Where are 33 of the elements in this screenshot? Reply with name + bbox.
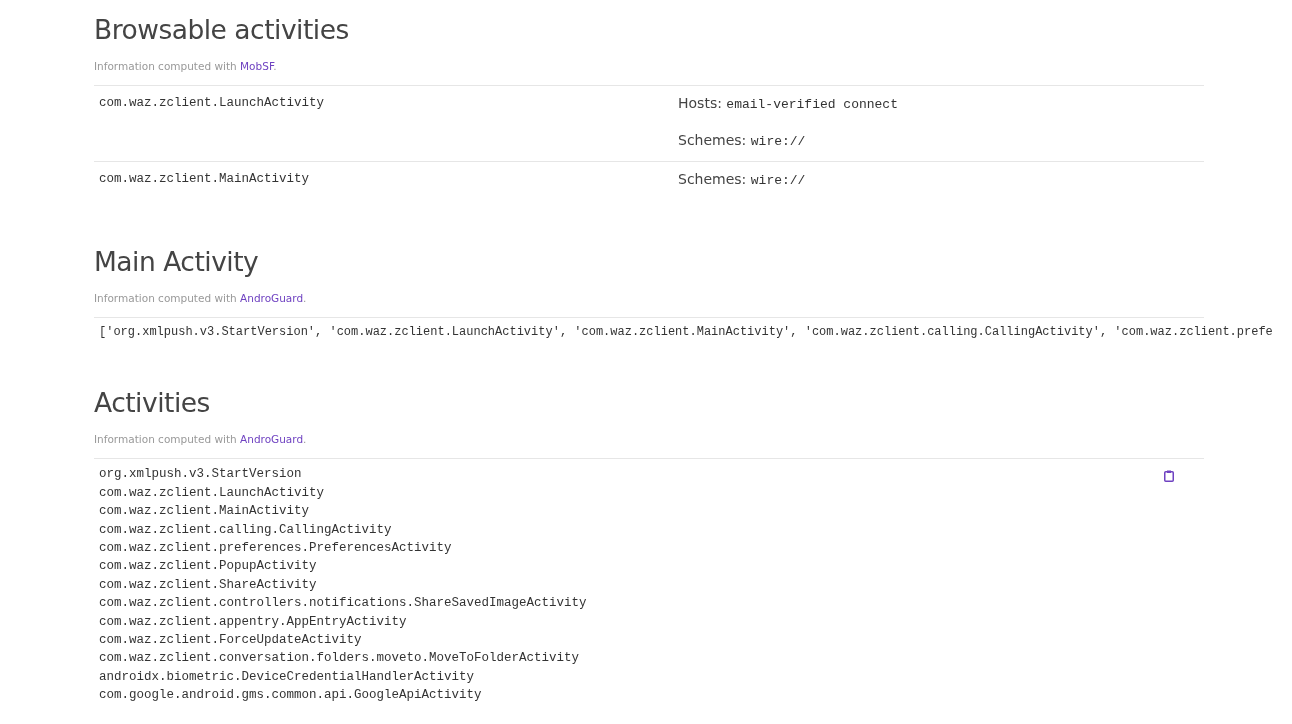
activity-name: com.waz.zclient.preferences.PreferencesActivity [99, 540, 453, 558]
activity-name: com.waz.zclient.appentry.AppEntryActivity [99, 613, 408, 631]
activity-name: org.xmlpush.v3.StartVersion [99, 466, 303, 484]
detail-value: wire:// [750, 173, 806, 188]
activity-name: com.google.android.gms.common.api.GoogleApiActivity [99, 687, 483, 705]
detail-value: wire:// [750, 134, 806, 149]
caption-period: . [303, 292, 307, 304]
clipboard-icon[interactable] [1164, 470, 1174, 483]
caption-period: . [273, 60, 277, 72]
activity-name: com.waz.zclient.MainActivity [99, 503, 311, 521]
activity-name: com.waz.zclient.LaunchActivity [99, 484, 326, 502]
activity-name: com.waz.zclient.ForceUpdateActivity [99, 632, 363, 650]
activity-name: com.waz.zclient.ShareActivity [99, 576, 318, 594]
detail-label: Schemes: [678, 171, 748, 187]
caption-text: Information computed with [94, 433, 238, 446]
section-heading: Activities [94, 387, 211, 420]
activity-name: androidx.biometric.DeviceCredentialHandlerActivity [99, 668, 476, 686]
detail-label: Hosts: [678, 95, 723, 111]
activity-name: com.waz.zclient.PopupActivity [99, 558, 318, 576]
detail-label: Schemes: [678, 132, 748, 148]
section-heading: Main Activity [94, 246, 260, 278]
source-link[interactable]: MobSF [240, 60, 274, 72]
activity-name: com.waz.zclient.MainActivity [99, 171, 311, 188]
activity-name: com.waz.zclient.LaunchActivity [99, 95, 326, 112]
activity-name: com.waz.zclient.calling.CallingActivity [99, 521, 393, 539]
caption-text: Information computed with [94, 292, 238, 304]
activity-list-text: ['org.xmlpush.v3.StartVersion', 'com.waz.zclient.LaunchActivity', 'com.waz.zclient.MainActivity', 'com.waz.zclient.calling.CallingActivity', 'com.waz.zclient.prefe [98, 324, 1274, 341]
activity-name: com.waz.zclient.conversation.folders.moveto.MoveToFolderActivity [99, 650, 581, 668]
section-heading: Browsable activities [94, 14, 350, 46]
detail-value: email-verified connect [726, 97, 898, 112]
caption-period: . [303, 433, 307, 446]
caption-text: Information computed with [94, 60, 238, 72]
activity-name: com.waz.zclient.controllers.notifications.ShareSavedImageActivity [99, 595, 587, 613]
